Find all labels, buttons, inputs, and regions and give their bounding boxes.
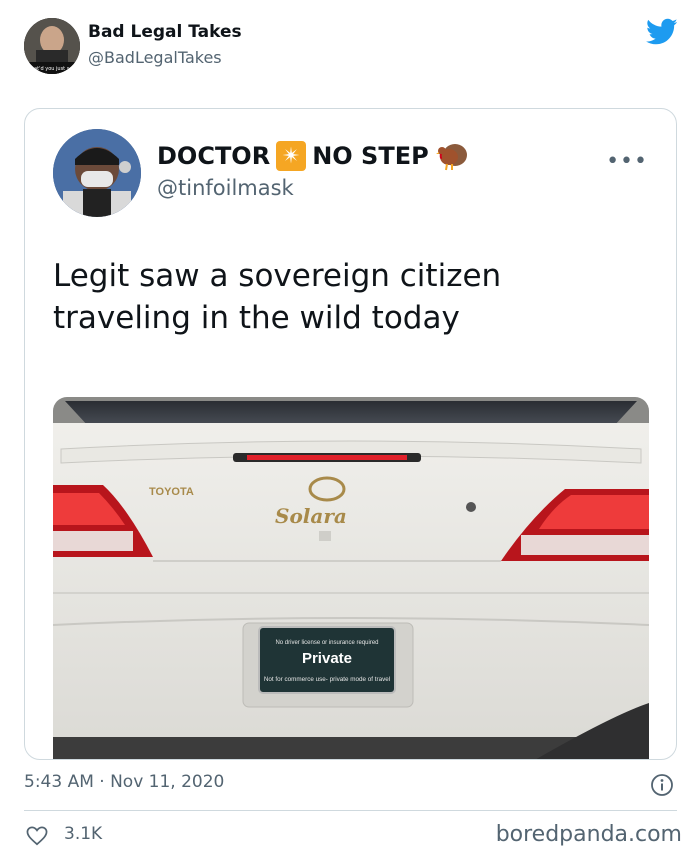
tweet-timestamp[interactable]: 5:43 AM · Nov 11, 2020 <box>24 772 224 792</box>
quoted-avatar-image <box>53 129 141 217</box>
heart-icon[interactable] <box>26 826 48 846</box>
quoted-tweet-card[interactable]: DOCTOR ✴ NO STEP @tinfoilmask ••• Legit … <box>24 108 677 760</box>
quoted-tweet-text: Legit saw a sovereign citizen traveling … <box>53 258 502 337</box>
outer-display-name[interactable]: Bad Legal Takes <box>88 22 242 42</box>
quoted-display-name[interactable]: DOCTOR ✴ NO STEP <box>157 141 469 171</box>
more-icon[interactable]: ••• <box>606 149 648 174</box>
tweet-photo[interactable]: TOYOTA Solara No driver license or insur… <box>53 397 649 759</box>
outer-tweet: What'd you just say? Bad Legal Takes @Ba… <box>0 0 700 864</box>
quoted-handle[interactable]: @tinfoilmask <box>157 176 294 200</box>
info-icon[interactable] <box>650 773 674 797</box>
footer-divider <box>24 810 677 811</box>
sparkle-icon: ✴ <box>276 141 307 171</box>
quoted-name-part2: NO STEP <box>312 142 429 170</box>
twitter-bird-icon[interactable] <box>646 18 678 46</box>
model-badge: Solara <box>275 504 347 528</box>
plate-main-text: Private <box>302 650 352 667</box>
avatar-caption: What'd you just say? <box>26 66 78 72</box>
outer-handle[interactable]: @BadLegalTakes <box>88 48 222 67</box>
like-count[interactable]: 3.1K <box>64 824 102 844</box>
turkey-icon <box>435 144 467 171</box>
car-photo: TOYOTA Solara No driver license or insur… <box>53 397 649 759</box>
quoted-name-part1: DOCTOR <box>157 142 271 170</box>
outer-avatar-image: What'd you just say? <box>24 18 80 74</box>
quoted-avatar[interactable] <box>53 129 141 217</box>
outer-avatar[interactable]: What'd you just say? <box>24 18 80 74</box>
watermark: boredpanda.com <box>495 822 682 847</box>
brand-badge: TOYOTA <box>149 486 194 498</box>
plate-bottom-text: Not for commerce use- private mode of tr… <box>264 676 390 683</box>
plate-top-text: No driver license or insurance required <box>275 640 378 646</box>
